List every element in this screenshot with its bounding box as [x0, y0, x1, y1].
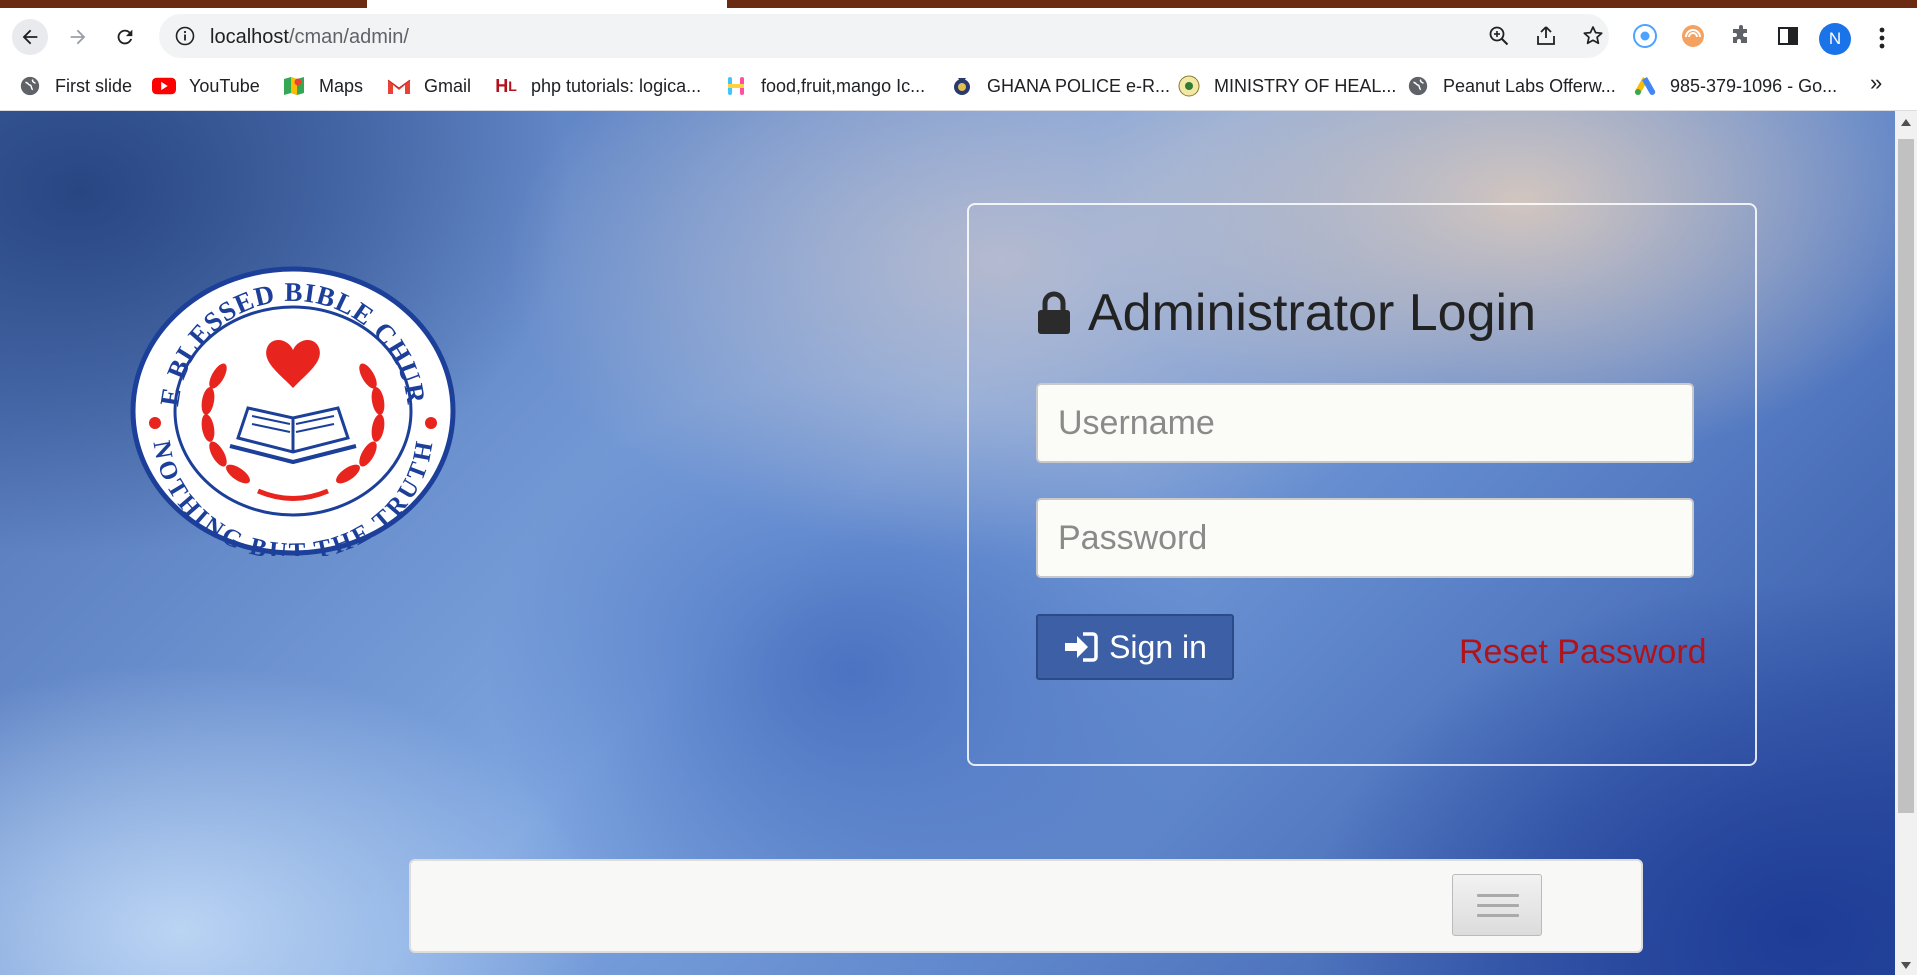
info-icon[interactable] — [175, 26, 195, 46]
username-input[interactable] — [1036, 383, 1694, 463]
zoom-icon[interactable] — [1487, 24, 1511, 48]
globe-icon — [1406, 74, 1430, 98]
profile-avatar[interactable]: N — [1819, 23, 1851, 55]
puzzle-icon[interactable] — [1728, 23, 1754, 49]
bookmark-gmail[interactable]: Gmail — [387, 72, 471, 100]
sign-in-label: Sign in — [1109, 628, 1207, 665]
youtube-icon — [152, 74, 176, 98]
ministry-seal-icon — [1177, 74, 1201, 98]
bookmark-label: Peanut Labs Offerw... — [1443, 75, 1616, 96]
login-title-text: Administrator Login — [1088, 284, 1536, 342]
share-icon[interactable] — [1534, 24, 1558, 48]
reload-button[interactable] — [107, 19, 143, 55]
password-input[interactable] — [1036, 498, 1694, 578]
bookmark-php-tutorials[interactable]: HL php tutorials: logica... — [494, 72, 701, 100]
hamburger-line — [1477, 904, 1519, 907]
reset-password-link[interactable]: Reset Password — [1459, 633, 1707, 672]
bookmark-first-slide[interactable]: First slide — [18, 72, 132, 100]
vertical-scrollbar[interactable] — [1895, 111, 1917, 975]
extension-vpn-icon[interactable] — [1680, 23, 1706, 49]
bookmark-label: MINISTRY OF HEAL... — [1214, 75, 1397, 96]
side-panel-icon[interactable] — [1775, 23, 1801, 49]
forward-button[interactable] — [60, 19, 96, 55]
google-ads-icon — [1633, 74, 1657, 98]
bookmark-label: GHANA POLICE e-R... — [987, 75, 1171, 96]
bookmarks-bar: First slide YouTube Maps Gmail HL php tu… — [0, 62, 1917, 111]
hl-icon: HL — [495, 75, 517, 96]
bookmark-label: Gmail — [424, 75, 472, 96]
bookmark-ministry-of-health[interactable]: MINISTRY OF HEAL... — [1177, 72, 1396, 100]
more-bookmarks-button[interactable]: » — [1870, 70, 1882, 96]
bookmark-ghana-police[interactable]: GHANA POLICE e-R... — [950, 72, 1170, 100]
bookmark-label: 985-379-1096 - Go... — [1670, 75, 1838, 96]
bookmark-label: First slide — [55, 75, 133, 96]
window-top-strip — [0, 0, 1917, 8]
gmail-icon — [387, 74, 411, 98]
extension-record-icon[interactable] — [1632, 23, 1658, 49]
scroll-down-arrow-icon[interactable] — [1901, 962, 1911, 969]
bookmark-youtube[interactable]: YouTube — [152, 72, 260, 100]
address-bar[interactable]: localhost/cman/admin/ — [159, 14, 1609, 58]
page-viewport: THE BLESSED BIBLE CHURCH NOTHING BUT THE… — [0, 111, 1895, 975]
h-logo-icon — [724, 74, 748, 98]
arrow-right-icon — [70, 29, 86, 45]
url-host: localhost — [210, 26, 289, 48]
maps-icon — [282, 74, 306, 98]
browser-toolbar: localhost/cman/admin/ N — [0, 8, 1917, 62]
sign-in-button[interactable]: Sign in — [1036, 614, 1234, 680]
bottom-navbar — [409, 859, 1643, 953]
login-title: Administrator Login — [1036, 283, 1536, 343]
bookmark-google-ads[interactable]: 985-379-1096 - Go... — [1633, 72, 1837, 100]
hamburger-line — [1477, 894, 1519, 897]
arrow-left-icon — [22, 29, 38, 45]
scroll-thumb[interactable] — [1898, 139, 1914, 813]
church-logo: THE BLESSED BIBLE CHURCH NOTHING BUT THE… — [130, 266, 456, 556]
lock-icon — [1038, 291, 1070, 334]
bookmark-label: YouTube — [189, 75, 260, 96]
bookmark-label: Maps — [319, 75, 364, 96]
bookmark-food-fruit[interactable]: food,fruit,mango Ic... — [724, 72, 925, 100]
url-text[interactable]: localhost/cman/admin/ — [210, 26, 409, 49]
bookmark-maps[interactable]: Maps — [282, 72, 363, 100]
more-menu-icon[interactable] — [1872, 23, 1892, 53]
bookmark-label: food,fruit,mango Ic... — [761, 75, 926, 96]
police-badge-icon — [950, 74, 974, 98]
tab-strip-left — [0, 0, 367, 8]
login-panel: Administrator Login Sign in Reset Passwo… — [967, 203, 1757, 766]
globe-icon — [18, 74, 42, 98]
reload-icon — [117, 29, 133, 45]
url-path: /cman/admin/ — [288, 26, 409, 48]
star-icon[interactable] — [1581, 24, 1605, 48]
scroll-up-arrow-icon[interactable] — [1901, 119, 1911, 126]
menu-toggle-button[interactable] — [1452, 874, 1542, 936]
sign-in-icon — [1065, 632, 1098, 662]
back-button[interactable] — [12, 19, 48, 55]
hamburger-line — [1477, 914, 1519, 917]
tab-strip-right — [727, 0, 1917, 8]
bookmark-peanut-labs[interactable]: Peanut Labs Offerw... — [1406, 72, 1616, 100]
bookmark-label: php tutorials: logica... — [531, 75, 702, 96]
